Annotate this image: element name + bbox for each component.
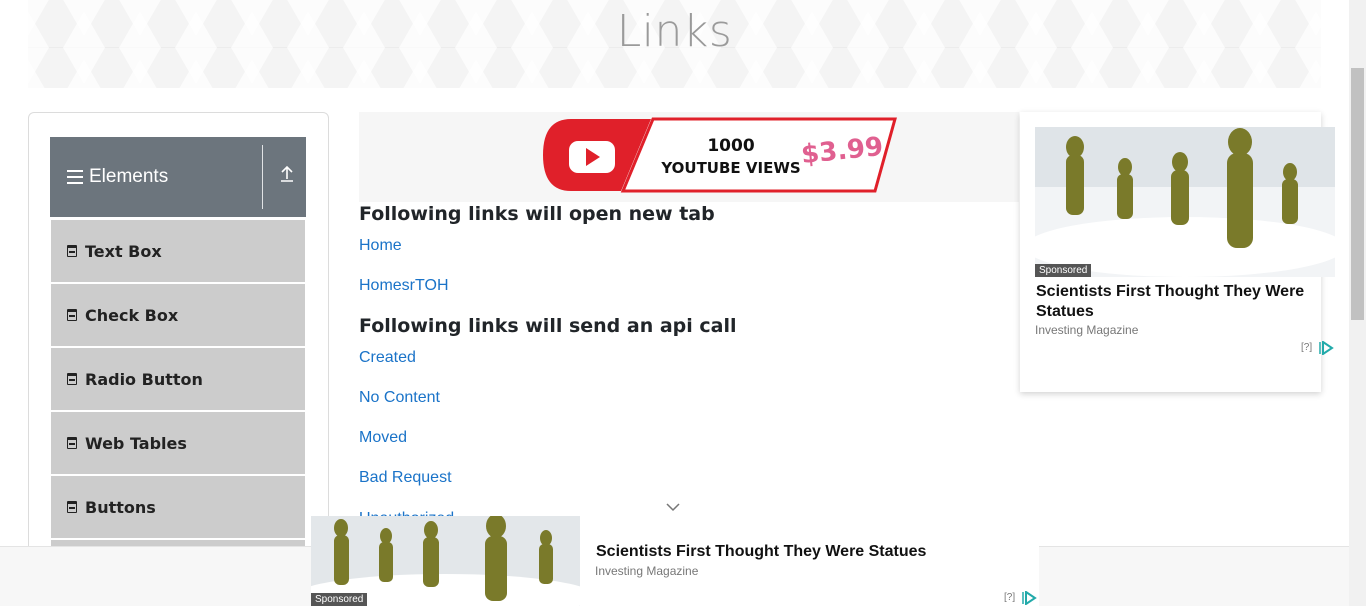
sidebar-item-text-box[interactable]: Text Box: [51, 220, 305, 282]
sponsored-ad-card[interactable]: Sponsored Scientists First Thought They …: [1020, 112, 1335, 392]
created-link[interactable]: Created: [359, 349, 416, 367]
ad-headline[interactable]: Scientists First Thought They Were Statu…: [596, 542, 926, 562]
chevron-down-icon[interactable]: [665, 502, 681, 512]
ad-line1: 1000: [707, 136, 754, 156]
ad-image: Sponsored: [1035, 127, 1335, 277]
ad-source: Investing Magazine: [1035, 323, 1139, 337]
home-link[interactable]: Home: [359, 237, 402, 255]
vertical-scrollbar[interactable]: [1349, 0, 1366, 606]
ad-headline[interactable]: Scientists First Thought They Were Statu…: [1036, 282, 1316, 322]
html5-icon: [67, 501, 77, 513]
html5-icon: [67, 309, 77, 321]
sidebar-item-check-box[interactable]: Check Box: [51, 284, 305, 346]
section-heading-api: Following links will send an api call: [359, 315, 737, 337]
no-content-link[interactable]: No Content: [359, 389, 440, 407]
sponsored-badge: Sponsored: [311, 593, 368, 606]
elements-group-header[interactable]: Elements: [50, 137, 306, 217]
sidebar-item-buttons[interactable]: Buttons: [51, 476, 305, 538]
sidebar-item-label: Check Box: [85, 305, 179, 325]
bottom-sponsored-ad[interactable]: Sponsored Scientists First Thought They …: [311, 516, 1039, 606]
ad-source: Investing Magazine: [595, 564, 699, 578]
html5-icon: [67, 437, 77, 449]
sidebar-item-label: Web Tables: [85, 433, 187, 453]
ad-info-link[interactable]: [?]: [1301, 342, 1312, 353]
page-title: Links: [616, 6, 733, 57]
sponsored-badge: Sponsored: [1035, 264, 1092, 277]
ad-info-link[interactable]: [?]: [1004, 592, 1015, 603]
ad-image: Sponsored: [311, 516, 580, 606]
adchoices-icon[interactable]: [1318, 341, 1334, 355]
divider: [262, 145, 263, 209]
sidebar-item-radio-button[interactable]: Radio Button: [51, 348, 305, 410]
youtube-views-ad[interactable]: 1000 YOUTUBE VIEWS $3.99: [359, 112, 1019, 202]
sidebar-item-label: Buttons: [85, 497, 156, 517]
sidebar-item-label: Radio Button: [85, 369, 203, 389]
sidebar-item-web-tables[interactable]: Web Tables: [51, 412, 305, 474]
page: Links Elements Text Box Check Box Radio …: [0, 0, 1366, 606]
dynamic-home-link[interactable]: HomesrTOH: [359, 277, 449, 295]
html5-icon: [67, 245, 77, 257]
bad-request-link[interactable]: Bad Request: [359, 469, 452, 487]
page-header-banner: Links: [28, 0, 1321, 88]
sidebar-item-label: Text Box: [85, 241, 162, 261]
scrollbar-thumb[interactable]: [1351, 68, 1364, 320]
group-title: Elements: [89, 166, 169, 187]
adchoices-icon[interactable]: [1021, 591, 1037, 605]
moved-link[interactable]: Moved: [359, 429, 407, 447]
ad-line2: YOUTUBE VIEWS: [660, 159, 800, 177]
hamburger-icon: [67, 170, 83, 184]
collapse-arrow-icon[interactable]: [272, 165, 302, 189]
html5-icon: [67, 373, 77, 385]
youtube-ad-graphic: 1000 YOUTUBE VIEWS $3.99: [543, 117, 897, 193]
section-heading-new-tab: Following links will open new tab: [359, 203, 715, 225]
sidebar: Elements Text Box Check Box Radio Button…: [28, 112, 329, 606]
